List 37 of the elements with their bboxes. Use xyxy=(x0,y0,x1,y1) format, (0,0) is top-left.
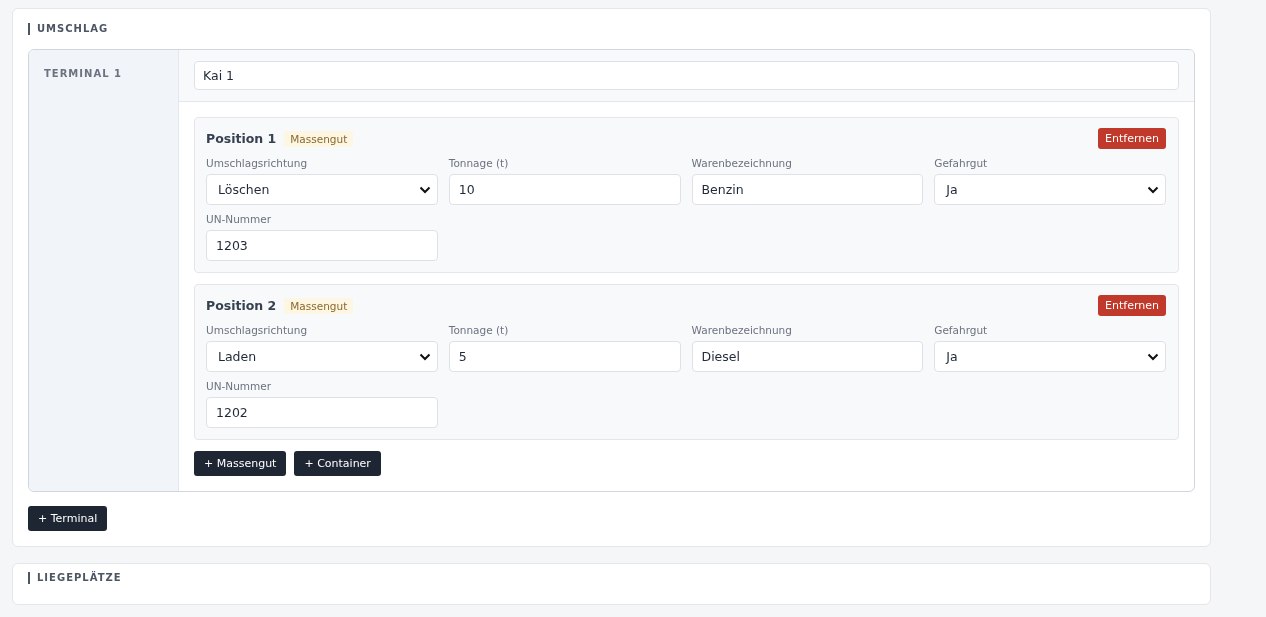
field-label: Warenbezeichnung xyxy=(691,324,793,336)
add-button[interactable]: + Container xyxy=(294,451,381,476)
chevron-down-icon xyxy=(1147,185,1159,194)
type-badge: Massengut xyxy=(284,130,354,147)
field-label: Tonnage (t) xyxy=(448,324,510,336)
field-label: Warenbezeichnung xyxy=(691,157,793,169)
input-field[interactable]: Benzin xyxy=(691,174,924,205)
position-title: Position 2 xyxy=(206,298,277,313)
input-field[interactable]: 10 xyxy=(448,174,681,205)
chevron-down-icon xyxy=(418,185,431,194)
input-field[interactable]: 5 xyxy=(448,341,681,372)
type-badge: Massengut xyxy=(284,297,354,314)
dropdown-field[interactable]: Laden xyxy=(206,341,438,372)
add-button[interactable]: + Massengut xyxy=(194,451,287,476)
dropdown-field[interactable]: Ja xyxy=(934,174,1166,205)
section-title: UMSCHLAG xyxy=(28,23,109,35)
position-title: Position 1 xyxy=(206,131,277,146)
input-field[interactable]: Diesel xyxy=(691,341,924,372)
input-field[interactable]: 1202 xyxy=(206,397,438,428)
field-label: UN-Nummer xyxy=(206,380,273,392)
chevron-down-icon xyxy=(1147,352,1159,361)
field-label: Umschlagsrichtung xyxy=(206,324,309,336)
field-label: Gefahrgut xyxy=(934,157,989,169)
remove-button[interactable]: Entfernen xyxy=(1098,128,1166,149)
field-label: Gefahrgut xyxy=(934,324,989,336)
field-label: UN-Nummer xyxy=(206,213,273,225)
terminal-label: TERMINAL 1 xyxy=(44,68,122,79)
dropdown-field[interactable]: Löschen xyxy=(206,174,438,205)
field-label: Umschlagsrichtung xyxy=(206,157,309,169)
input-field[interactable]: Kai 1 xyxy=(194,61,1179,90)
add-terminal-button[interactable]: + Terminal xyxy=(28,506,108,531)
remove-button[interactable]: Entfernen xyxy=(1098,295,1166,316)
section-title: LIEGEPLÄTZE xyxy=(28,572,122,584)
chevron-down-icon xyxy=(418,352,431,361)
dropdown-field[interactable]: Ja xyxy=(934,341,1166,372)
field-label: Tonnage (t) xyxy=(448,157,510,169)
input-field[interactable]: 1203 xyxy=(206,230,438,261)
